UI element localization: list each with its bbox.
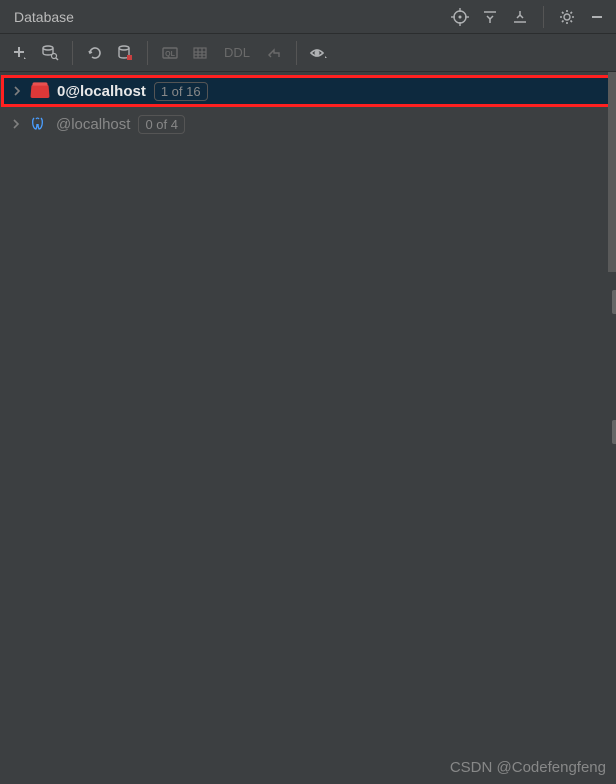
postgres-icon — [30, 115, 48, 133]
refresh-icon[interactable] — [85, 43, 105, 63]
header-divider — [543, 6, 544, 28]
redis-icon — [31, 82, 49, 100]
watermark: CSDN @Codefengfeng — [450, 759, 606, 776]
svg-text:QL: QL — [165, 51, 175, 58]
toolbar-group-3: QL DDL — [160, 43, 284, 63]
chevron-right-icon[interactable] — [10, 118, 22, 130]
database-tree: 0@localhost 1 of 16 @localhost 0 of 4 — [0, 72, 616, 140]
tree-item-badge: 0 of 4 — [138, 115, 185, 134]
scrollbar[interactable] — [608, 72, 616, 272]
datasource-properties-icon[interactable] — [40, 43, 60, 63]
panel-header: Database — [0, 0, 616, 34]
tree-item-redis[interactable]: 0@localhost 1 of 16 — [1, 75, 615, 107]
expand-all-icon[interactable] — [481, 8, 499, 26]
query-console-icon[interactable]: QL — [160, 43, 180, 63]
tree-item-label: 0@localhost — [57, 83, 146, 100]
table-icon[interactable] — [190, 43, 210, 63]
collapse-all-icon[interactable] — [511, 8, 529, 26]
tree-item-label: @localhost — [56, 116, 130, 133]
header-actions — [451, 6, 606, 28]
gear-icon[interactable] — [558, 8, 576, 26]
side-handle[interactable] — [612, 290, 616, 314]
toolbar-group-1 — [10, 43, 60, 63]
side-handle[interactable] — [612, 420, 616, 444]
tree-item-badge: 1 of 16 — [154, 82, 208, 101]
chevron-right-icon[interactable] — [11, 85, 23, 97]
target-icon[interactable] — [451, 8, 469, 26]
view-options-icon[interactable] — [309, 43, 329, 63]
toolbar-divider-3 — [296, 41, 297, 65]
toolbar-group-4 — [309, 43, 329, 63]
panel-title: Database — [14, 9, 74, 25]
add-icon[interactable] — [10, 43, 30, 63]
tree-item-postgres[interactable]: @localhost 0 of 4 — [0, 108, 616, 140]
stop-icon[interactable] — [115, 43, 135, 63]
ddl-button[interactable]: DDL — [220, 45, 254, 60]
toolbar-divider-2 — [147, 41, 148, 65]
toolbar-divider-1 — [72, 41, 73, 65]
toolbar-group-2 — [85, 43, 135, 63]
toolbar: QL DDL — [0, 34, 616, 72]
minimize-icon[interactable] — [588, 8, 606, 26]
navigate-icon[interactable] — [264, 43, 284, 63]
